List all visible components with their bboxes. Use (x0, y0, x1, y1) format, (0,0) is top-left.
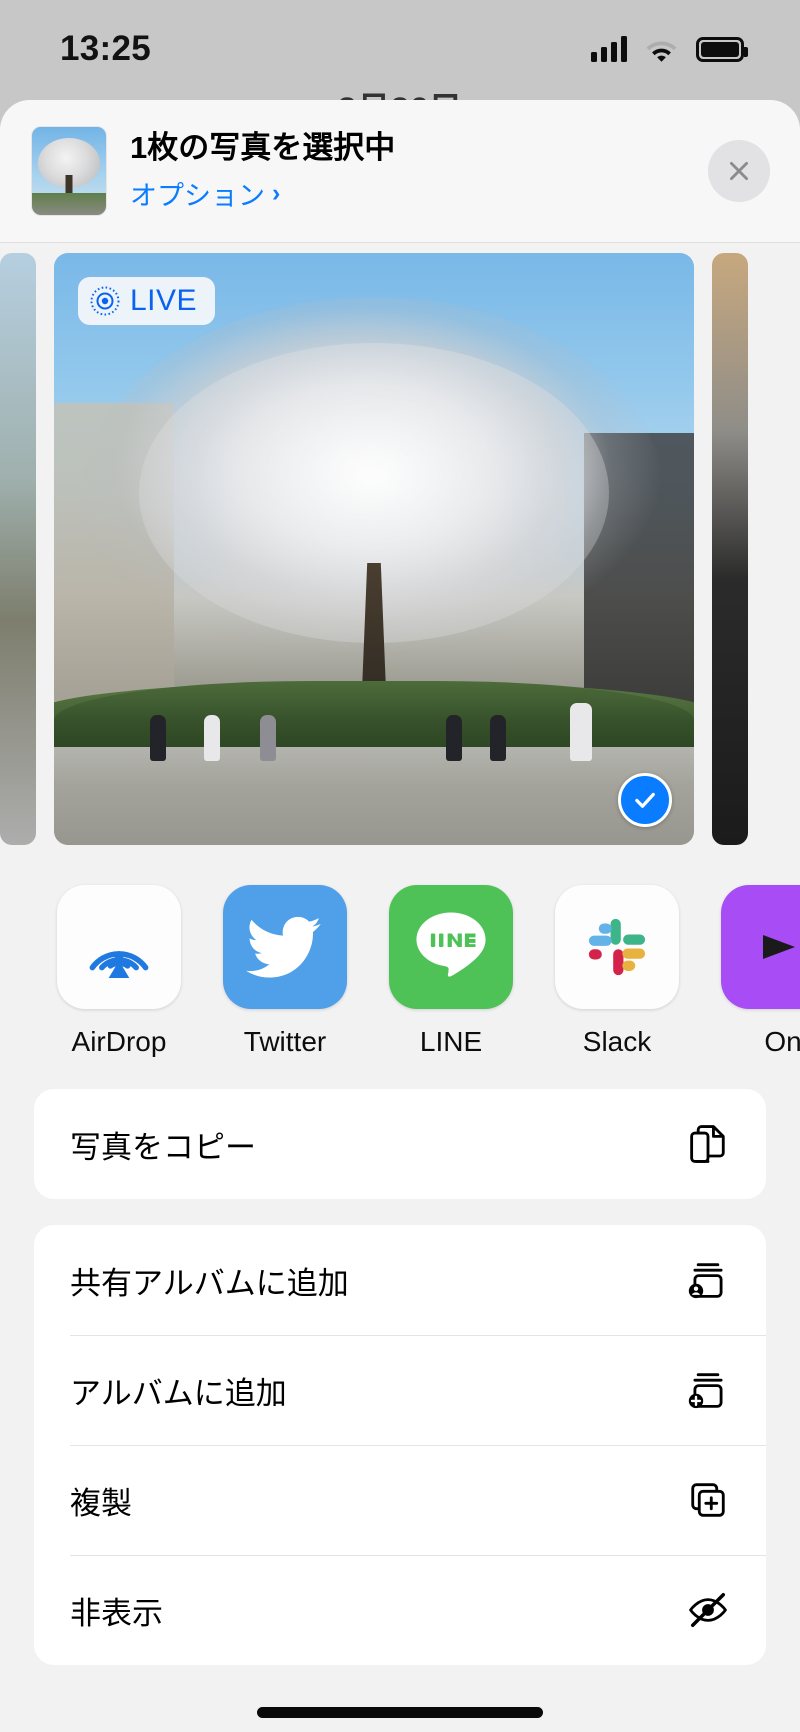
share-app-airdrop[interactable]: AirDrop (36, 885, 202, 1058)
home-indicator (257, 1707, 543, 1718)
share-sheet-header: 1枚の写真を選択中 オプション › (0, 100, 800, 243)
action-group-copy: 写真をコピー (34, 1089, 766, 1199)
close-button[interactable] (708, 140, 770, 202)
share-app-twitter[interactable]: Twitter (202, 885, 368, 1058)
photo-strip: LIVE (0, 253, 800, 845)
options-label: オプション (130, 181, 265, 212)
add-to-album-icon (682, 1364, 734, 1416)
share-app-line[interactable]: LINE (368, 885, 534, 1058)
share-app-label: Slack (582, 1026, 652, 1057)
wifi-icon (645, 37, 678, 62)
action-row-hide[interactable]: 非表示 (34, 1555, 766, 1665)
airdrop-icon (57, 885, 181, 1009)
action-label: アルバムに追加 (70, 1375, 287, 1411)
next-photo-preview[interactable] (712, 253, 748, 845)
duplicate-icon (682, 1474, 734, 1526)
action-label: 非表示 (70, 1595, 163, 1631)
chevron-right-icon: › (272, 179, 281, 208)
checkmark-circle-icon (635, 792, 655, 808)
close-icon (730, 162, 748, 180)
share-app-label: AirDrop (71, 1026, 167, 1057)
copy-photo-icon (682, 1118, 734, 1170)
slack-icon (555, 885, 679, 1009)
action-label: 複製 (70, 1485, 132, 1521)
live-photo-badge[interactable]: LIVE (78, 277, 216, 325)
selection-title: 1枚の写真を選択中 (130, 129, 396, 165)
iphone-screen: 13:25 3月26日 1枚の写真を選択中 オプション (0, 0, 800, 1732)
share-app-label: LINE (419, 1026, 483, 1057)
hide-eye-slash-icon (682, 1584, 734, 1636)
share-app-slack[interactable]: Slack (534, 885, 700, 1058)
live-photo-label: LIVE (130, 284, 198, 317)
share-actions-list: 写真をコピー 共有アルバムに追加 アルバムに追加 複製 非表示 (0, 1069, 800, 1665)
photo-carousel[interactable]: LIVE (0, 243, 800, 851)
live-photo-icon (90, 286, 120, 316)
action-group-photo-actions: 共有アルバムに追加 アルバムに追加 複製 非表示 (34, 1225, 766, 1665)
share-apps-row[interactable]: AirDrop Twitter LINE Slack On (0, 851, 800, 1069)
onedrive-icon (721, 885, 800, 1009)
twitter-icon (223, 885, 347, 1009)
selected-photo-preview[interactable]: LIVE (54, 253, 694, 845)
share-app-label: On (764, 1026, 800, 1057)
line-icon (389, 885, 513, 1009)
options-button[interactable]: オプション › (130, 174, 708, 213)
action-row-add-to-album[interactable]: アルバムに追加 (34, 1335, 766, 1445)
battery-full-icon (696, 36, 748, 62)
action-row-copy-photo[interactable]: 写真をコピー (34, 1089, 766, 1199)
share-app-onedrive[interactable]: On (700, 885, 800, 1058)
photo-selected-checkmark[interactable] (618, 773, 672, 827)
status-bar-indicators (591, 36, 748, 62)
action-label: 共有アルバムに追加 (70, 1265, 349, 1301)
previous-photo-preview[interactable] (0, 253, 36, 845)
action-row-duplicate[interactable]: 複製 (34, 1445, 766, 1555)
share-app-label: Twitter (243, 1026, 327, 1057)
cellular-bars-icon (591, 36, 627, 62)
status-bar-clock: 13:25 (60, 29, 152, 68)
share-sheet: 1枚の写真を選択中 オプション › LIVE AirDrop Twitter L… (0, 100, 800, 1732)
photo-thumbnail[interactable] (32, 127, 106, 215)
action-row-add-to-shared-album[interactable]: 共有アルバムに追加 (34, 1225, 766, 1335)
add-to-shared-album-icon (682, 1254, 734, 1306)
share-sheet-header-text: 1枚の写真を選択中 オプション › (130, 129, 708, 213)
action-label: 写真をコピー (70, 1129, 256, 1165)
